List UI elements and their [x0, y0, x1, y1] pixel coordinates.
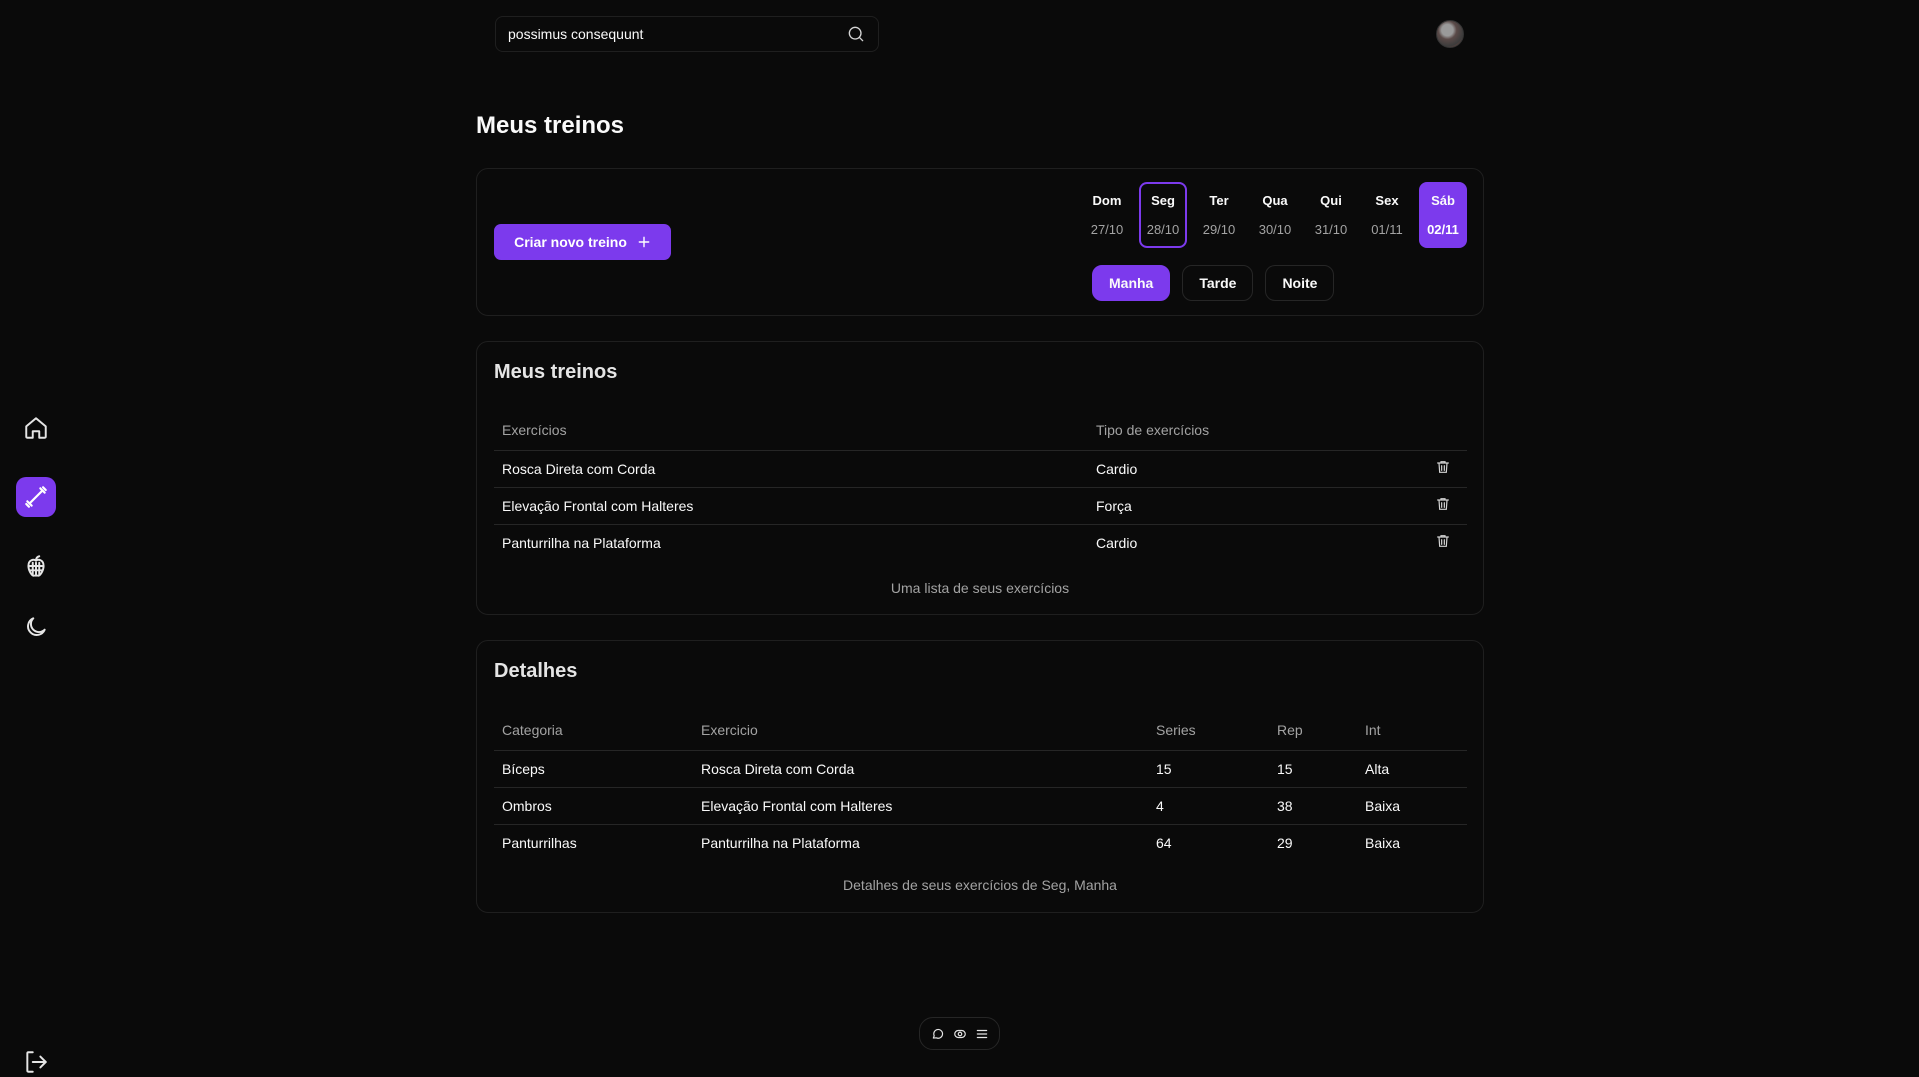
details-caption: Detalhes de seus exercícios de Seg, Manh… — [843, 877, 1117, 893]
apple-icon — [27, 555, 45, 577]
series-cell: 4 — [1148, 787, 1269, 825]
day-name: Dom — [1092, 193, 1122, 208]
day-sab[interactable]: Sáb 02/11 — [1419, 182, 1467, 248]
day-ter[interactable]: Ter 29/10 — [1195, 182, 1243, 248]
day-name: Qui — [1320, 193, 1342, 208]
plus-icon — [638, 236, 650, 248]
day-selector: Dom 27/10 Seg 28/10 Ter 29/10 Qua 30/10 Qui 3… — [1083, 182, 1467, 248]
column-header-actions — [1427, 410, 1467, 451]
exercise-cell: Panturrilha na Plataforma — [701, 834, 860, 851]
sidebar — [0, 0, 72, 1077]
chat-icon[interactable] — [931, 1027, 945, 1041]
table-row: Bíceps Rosca Direta com Corda 15 15 Alta — [494, 750, 1467, 788]
avatar[interactable] — [1436, 20, 1464, 48]
category-cell: Bíceps — [494, 750, 693, 788]
sidebar-item-nutrition[interactable] — [16, 546, 56, 586]
category-cell: Ombros — [494, 787, 693, 825]
details-table: Categoria Exercicio Series Rep Int Bícep… — [494, 710, 1467, 861]
delete-button[interactable] — [1427, 450, 1467, 488]
details-title: Detalhes — [494, 660, 578, 682]
shift-noite-button[interactable]: Noite — [1265, 265, 1335, 301]
type-cell: Cardio — [1088, 450, 1427, 488]
moon-icon — [27, 617, 46, 636]
column-header: Int — [1357, 710, 1467, 751]
column-header: Rep — [1269, 710, 1357, 751]
type-cell: Cardio — [1096, 534, 1138, 551]
create-workout-label: Criar novo treino — [514, 234, 627, 250]
day-dom[interactable]: Dom 27/10 — [1083, 182, 1131, 248]
column-header: Tipo de exercícios — [1088, 410, 1427, 451]
day-name: Seg — [1151, 193, 1175, 208]
sidebar-item-sleep[interactable] — [16, 607, 56, 647]
column-header: Series — [1148, 710, 1269, 751]
day-date: 28/10 — [1146, 222, 1180, 237]
exercise-cell: Panturrilha na Plataforma — [502, 534, 661, 551]
logout-button[interactable] — [16, 1042, 56, 1077]
category-cell: Panturrilhas — [502, 834, 577, 851]
bottom-toolbar — [919, 1017, 1000, 1050]
day-name: Sáb — [1431, 193, 1455, 208]
intensity-cell: Baixa — [1365, 834, 1401, 851]
day-name: Sex — [1375, 193, 1399, 208]
workouts-caption: Uma lista de seus exercícios — [890, 580, 1070, 596]
intensity-cell: Baixa — [1357, 787, 1467, 825]
day-seg[interactable]: Seg 28/10 — [1139, 182, 1187, 248]
workouts-title: Meus treinos — [494, 361, 618, 383]
sidebar-item-workouts[interactable] — [16, 477, 56, 517]
search-bar[interactable]: possimus consequunt — [495, 16, 879, 52]
page-title: Meus treinos — [476, 112, 625, 139]
create-workout-button[interactable]: Criar novo treino — [494, 224, 671, 260]
series-cell: 64 — [1156, 834, 1172, 851]
planner-card: Criar novo treino Dom 27/10 Seg 28/10 Ter 2… — [476, 168, 1484, 316]
search-icon[interactable] — [846, 24, 866, 44]
column-header: Exercicio — [693, 710, 1148, 751]
rep-cell: 15 — [1269, 750, 1357, 788]
day-date: 02/11 — [1427, 222, 1459, 237]
trash-icon — [1437, 461, 1449, 473]
table-row: Panturrilha na Plataforma Cardio — [494, 524, 1467, 561]
search-input[interactable]: possimus consequunt — [508, 26, 846, 42]
trash-icon — [1437, 535, 1449, 548]
intensity-cell: Alta — [1357, 750, 1467, 788]
column-header: Categoria — [494, 710, 693, 751]
day-date: 31/10 — [1314, 222, 1348, 237]
exercise-cell: Rosca Direta com Corda — [494, 450, 1088, 488]
delete-button[interactable] — [1427, 487, 1467, 525]
day-name: Ter — [1209, 193, 1229, 208]
table-row: Elevação Frontal com Halteres Força — [494, 487, 1467, 525]
shift-manha-button[interactable]: Manha — [1092, 265, 1171, 301]
shift-selector: Manha Tarde Noite — [1092, 265, 1335, 301]
day-date: 29/10 — [1202, 222, 1236, 237]
delete-button[interactable] — [1427, 524, 1467, 561]
rep-cell: 38 — [1269, 787, 1357, 825]
day-sex[interactable]: Sex 01/11 — [1363, 182, 1411, 248]
table-row: Rosca Direta com Corda Cardio — [494, 450, 1467, 488]
day-date: 01/11 — [1371, 222, 1403, 237]
day-date: 30/10 — [1258, 222, 1292, 237]
workouts-card: Meus treinos Exercícios Tipo de exercíci… — [476, 341, 1484, 615]
logout-icon — [26, 1051, 47, 1073]
rep-cell: 29 — [1277, 834, 1293, 851]
exercise-cell: Elevação Frontal com Halteres — [494, 487, 1088, 525]
eye-icon[interactable] — [953, 1027, 967, 1041]
menu-icon[interactable] — [975, 1027, 989, 1041]
day-date: 27/10 — [1090, 222, 1124, 237]
exercise-cell: Elevação Frontal com Halteres — [693, 787, 1148, 825]
day-name: Qua — [1262, 193, 1288, 208]
details-card: Detalhes Categoria Exercicio Series Rep … — [476, 640, 1484, 913]
dumbbell-icon — [25, 486, 47, 508]
shift-tarde-button[interactable]: Tarde — [1182, 265, 1254, 301]
day-qua[interactable]: Qua 30/10 — [1251, 182, 1299, 248]
home-icon — [25, 417, 47, 439]
column-header: Exercícios — [494, 410, 1088, 451]
workouts-table: Exercícios Tipo de exercícios Rosca Dire… — [494, 410, 1467, 561]
exercise-cell: Rosca Direta com Corda — [693, 750, 1148, 788]
trash-icon — [1437, 498, 1449, 510]
series-cell: 15 — [1148, 750, 1269, 788]
type-cell: Força — [1088, 487, 1427, 525]
table-row: Panturrilhas Panturrilha na Plataforma 6… — [494, 824, 1467, 861]
day-qui[interactable]: Qui 31/10 — [1307, 182, 1355, 248]
table-row: Ombros Elevação Frontal com Halteres 4 3… — [494, 787, 1467, 825]
sidebar-item-home[interactable] — [16, 408, 56, 448]
